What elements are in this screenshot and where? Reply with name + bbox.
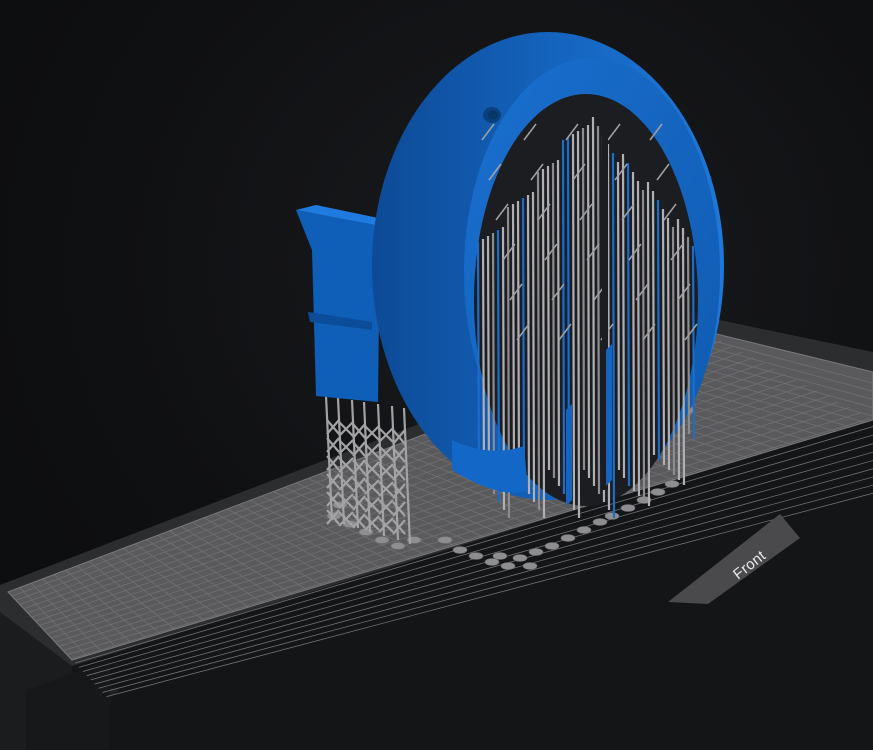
- support-foot: [512, 554, 528, 562]
- support-stick: [631, 171, 636, 492]
- support-foot: [437, 536, 453, 544]
- support-foot: [620, 504, 636, 512]
- support-stick: [591, 116, 596, 487]
- support-stick: [571, 133, 576, 511]
- support-stick: [656, 199, 661, 461]
- support-foot: [528, 548, 544, 556]
- support-stick: [536, 171, 541, 511]
- support-stick: [551, 162, 556, 479]
- support-stick: [616, 161, 621, 471]
- support-stick: [661, 208, 666, 466]
- support-stick: [541, 168, 546, 519]
- support-stick: [636, 180, 641, 497]
- support-foot: [522, 562, 538, 570]
- support-foot: [604, 512, 620, 520]
- support-stick: [676, 218, 681, 481]
- support-foot: [576, 526, 592, 534]
- support-foot: [500, 562, 516, 570]
- support-stick: [581, 127, 586, 471]
- support-foot: [390, 542, 406, 550]
- support-stick: [666, 217, 671, 471]
- scene-canvas[interactable]: Front: [0, 0, 873, 750]
- support-stick: [561, 139, 566, 495]
- support-stick: [681, 227, 686, 486]
- support-foot: [452, 546, 468, 554]
- support-stick: [556, 159, 561, 487]
- support-stick: [526, 194, 531, 495]
- support-stick: [486, 235, 491, 487]
- support-stick: [531, 191, 536, 503]
- support-foot: [374, 536, 390, 544]
- support-stick: [651, 190, 656, 456]
- support-foot: [492, 552, 508, 560]
- support-stick: [691, 245, 696, 440]
- support-foot: [650, 488, 666, 496]
- support-foot: [560, 534, 576, 542]
- support-stick: [646, 181, 651, 507]
- support-foot: [468, 552, 484, 560]
- support-stick: [476, 241, 481, 471]
- support-stick: [481, 238, 486, 479]
- support-foot: [664, 480, 680, 488]
- support-stick: [511, 203, 516, 471]
- support-stick: [641, 189, 646, 502]
- support-stick: [586, 124, 591, 479]
- support-stick: [671, 226, 676, 476]
- support-foot: [544, 542, 560, 550]
- support-foot: [592, 518, 608, 526]
- support-stick: [546, 165, 551, 471]
- support-foot: [484, 558, 500, 566]
- support-stick: [596, 125, 601, 495]
- support-stick: [621, 153, 626, 479]
- support-stick: [611, 152, 616, 519]
- support-stick: [576, 130, 581, 519]
- support-stick: [521, 197, 526, 487]
- 3d-viewport[interactable]: Front: [0, 0, 873, 750]
